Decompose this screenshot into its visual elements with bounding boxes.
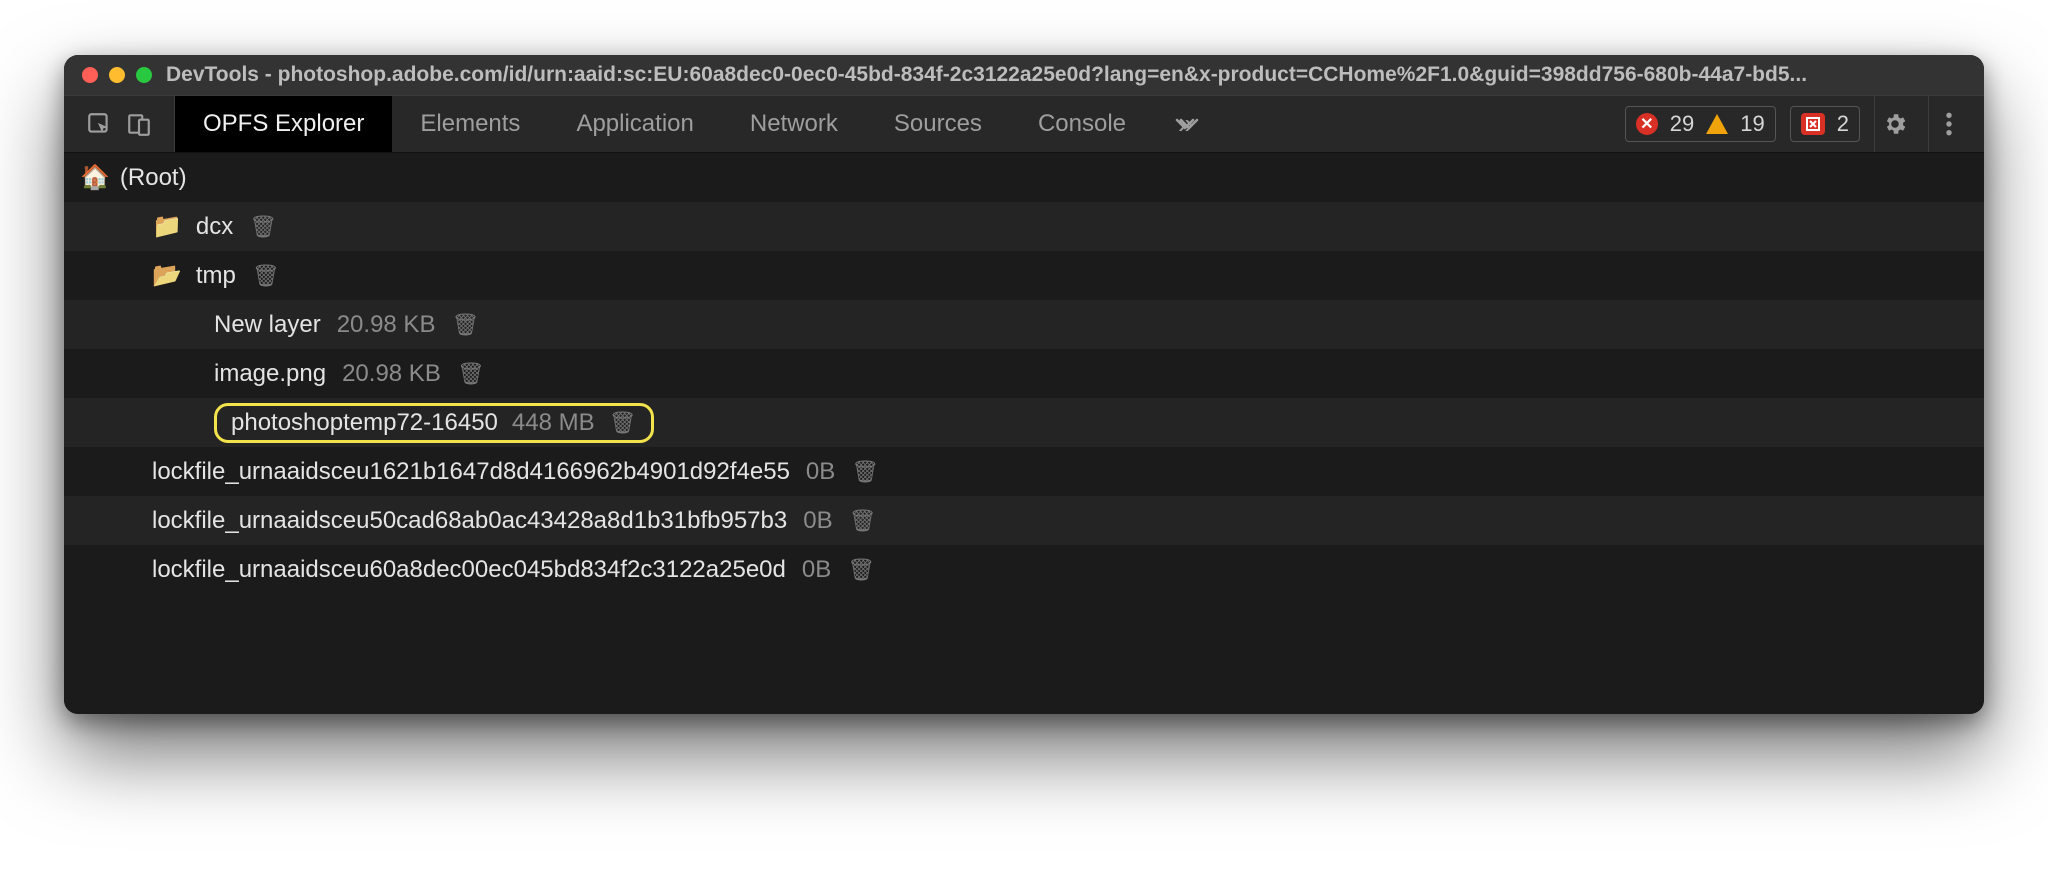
opfs-tree-panel: 🏠 (Root) 📁dcx🗑📂tmp🗑New layer20.98 KB🗑ima… bbox=[64, 153, 1984, 714]
entry-name: tmp bbox=[196, 262, 236, 290]
titlebar: DevTools - photoshop.adobe.com/id/urn:aa… bbox=[64, 55, 1984, 95]
maximize-window-icon[interactable] bbox=[136, 67, 152, 83]
issues-icon bbox=[1801, 113, 1825, 135]
warning-icon bbox=[1706, 114, 1728, 134]
devtools-window: DevTools - photoshop.adobe.com/id/urn:aa… bbox=[64, 55, 1984, 714]
minimize-window-icon[interactable] bbox=[109, 67, 125, 83]
tree-row[interactable]: 📁 dcx 🗑 bbox=[64, 202, 1984, 251]
entry-name: photoshoptemp72-16450 bbox=[231, 409, 498, 437]
more-options-icon[interactable] bbox=[1928, 96, 1968, 152]
highlighted-entry: photoshoptemp72-16450 448 MB 🗑 bbox=[214, 403, 654, 443]
tree-row[interactable]: lockfile_urnaaidsceu50cad68ab0ac43428a8d… bbox=[64, 496, 1984, 545]
delete-icon[interactable]: 🗑 bbox=[849, 508, 877, 534]
device-toolbar-icon[interactable] bbox=[124, 109, 154, 139]
tree-row[interactable]: photoshoptemp72-16450 448 MB 🗑 bbox=[64, 398, 1984, 447]
tab-application[interactable]: Application bbox=[548, 96, 721, 152]
entry-size: 20.98 KB bbox=[342, 360, 441, 388]
tree-row[interactable]: lockfile_urnaaidsceu1621b1647d8d4166962b… bbox=[64, 447, 1984, 496]
issues-count: 2 bbox=[1837, 111, 1849, 137]
delete-icon[interactable]: 🗑 bbox=[609, 410, 637, 436]
error-icon: ✕ bbox=[1636, 113, 1658, 135]
entry-size: 448 MB bbox=[512, 409, 595, 437]
window-title: DevTools - photoshop.adobe.com/id/urn:aa… bbox=[166, 63, 1807, 87]
toolbar-right-group: ✕ 29 19 2 bbox=[1609, 96, 1984, 152]
entry-size: 20.98 KB bbox=[337, 311, 436, 339]
entry-name: lockfile_urnaaidsceu60a8dec00ec045bd834f… bbox=[152, 556, 786, 584]
entry-size: 0B bbox=[803, 507, 832, 535]
entry-name: dcx bbox=[196, 213, 233, 241]
entry-name: lockfile_urnaaidsceu1621b1647d8d4166962b… bbox=[152, 458, 790, 486]
delete-icon[interactable]: 🗑 bbox=[851, 459, 879, 485]
close-window-icon[interactable] bbox=[82, 67, 98, 83]
entry-size: 0B bbox=[806, 458, 835, 486]
tree-row[interactable]: New layer 20.98 KB 🗑 bbox=[64, 300, 1984, 349]
tree-root[interactable]: 🏠 (Root) bbox=[64, 153, 1984, 202]
root-label: (Root) bbox=[120, 164, 187, 192]
toolbar-left-group bbox=[64, 96, 175, 152]
delete-icon[interactable]: 🗑 bbox=[249, 214, 277, 240]
tree-row[interactable]: 📂 tmp 🗑 bbox=[64, 251, 1984, 300]
entry-name: lockfile_urnaaidsceu50cad68ab0ac43428a8d… bbox=[152, 507, 787, 535]
entry-name: New layer bbox=[214, 311, 321, 339]
tree-row[interactable]: lockfile_urnaaidsceu60a8dec00ec045bd834f… bbox=[64, 545, 1984, 594]
panel-tabs: OPFS Explorer Elements Application Netwo… bbox=[175, 96, 1214, 152]
tab-console[interactable]: Console bbox=[1010, 96, 1154, 152]
tab-opfs-explorer[interactable]: OPFS Explorer bbox=[175, 96, 392, 152]
delete-icon[interactable]: 🗑 bbox=[252, 263, 280, 289]
issues-counter[interactable]: 2 bbox=[1790, 106, 1860, 142]
warning-count: 19 bbox=[1740, 111, 1764, 137]
tab-sources[interactable]: Sources bbox=[866, 96, 1010, 152]
delete-icon[interactable]: 🗑 bbox=[847, 557, 875, 583]
more-tabs-icon[interactable]: » bbox=[1154, 96, 1214, 152]
folder-open-icon: 📂 bbox=[152, 261, 182, 290]
settings-icon[interactable] bbox=[1874, 96, 1914, 152]
tab-network[interactable]: Network bbox=[722, 96, 866, 152]
delete-icon[interactable]: 🗑 bbox=[451, 312, 479, 338]
home-icon: 🏠 bbox=[80, 163, 110, 192]
inspect-element-icon[interactable] bbox=[84, 109, 114, 139]
window-controls bbox=[82, 67, 152, 83]
tab-elements[interactable]: Elements bbox=[392, 96, 548, 152]
tree-row[interactable]: image.png 20.98 KB 🗑 bbox=[64, 349, 1984, 398]
error-warning-counter[interactable]: ✕ 29 19 bbox=[1625, 106, 1776, 142]
delete-icon[interactable]: 🗑 bbox=[457, 361, 485, 387]
toolbar: OPFS Explorer Elements Application Netwo… bbox=[64, 95, 1984, 153]
error-count: 29 bbox=[1670, 111, 1694, 137]
entry-size: 0B bbox=[802, 556, 831, 584]
folder-icon: 📁 bbox=[152, 212, 182, 241]
entry-name: image.png bbox=[214, 360, 326, 388]
